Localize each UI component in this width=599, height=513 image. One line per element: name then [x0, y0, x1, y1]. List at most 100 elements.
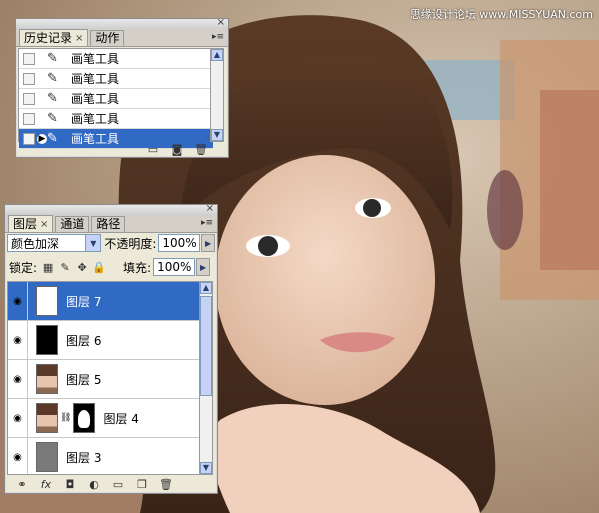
history-item-label: 画笔工具	[71, 92, 120, 106]
visibility-toggle[interactable]: ◉	[8, 438, 28, 474]
eye-icon: ◉	[13, 334, 22, 346]
history-source-checkbox[interactable]	[23, 52, 35, 65]
layers-titlebar[interactable]: ×	[5, 204, 217, 215]
blend-mode-select[interactable]: 颜色加深 ▼	[7, 234, 102, 252]
lock-position-move-icon[interactable]: ✥	[76, 261, 88, 274]
layers-footer: ⚭ fx ◘ ◐ ▭ ❐ 🗑	[5, 476, 217, 492]
layer-row[interactable]: ◉ 图层 5	[8, 360, 202, 399]
history-source-checkbox[interactable]	[23, 92, 35, 105]
eye-icon: ◉	[13, 451, 22, 463]
layer-list: ◉ 图层 7 ◉ 图层 6 ◉ 图层 5 ◉ ⛓ 图层 4 ◉ 图层 3	[7, 281, 203, 475]
opacity-slider-arrow-icon[interactable]: ▶	[201, 234, 215, 252]
chevron-down-icon[interactable]: ▼	[85, 235, 101, 251]
tab-layers[interactable]: 图层 ×	[8, 215, 54, 232]
tab-actions[interactable]: 动作	[90, 30, 125, 46]
lock-pixels-brush-icon[interactable]: ✎	[59, 261, 71, 274]
layer-thumbnail	[36, 364, 58, 394]
history-item[interactable]: ✎ 画笔工具	[19, 49, 213, 69]
visibility-toggle[interactable]: ◉	[8, 360, 28, 398]
scroll-thumb[interactable]	[200, 296, 212, 396]
layer-thumbnail	[36, 442, 58, 472]
blend-mode-value: 颜色加深	[11, 236, 60, 251]
history-item-label: 画笔工具	[71, 52, 120, 66]
layer-name: 图层 5	[66, 372, 102, 387]
history-item-label: 画笔工具	[71, 112, 120, 126]
visibility-toggle[interactable]: ◉	[8, 321, 28, 359]
new-layer-icon[interactable]: ❐	[135, 478, 149, 491]
layers-tabs: 图层 × 通道 路径 ▸≡	[5, 215, 217, 233]
visibility-toggle[interactable]: ◉	[8, 399, 28, 437]
scroll-up-icon[interactable]: ▲	[211, 49, 223, 61]
scroll-up-icon[interactable]: ▲	[200, 282, 212, 294]
tab-history-label: 历史记录	[24, 30, 73, 45]
lock-transparent-icon[interactable]: ▦	[42, 261, 54, 274]
eye-icon: ◉	[13, 412, 22, 424]
layer-mask-thumbnail[interactable]	[73, 403, 96, 433]
layer-name: 图层 6	[66, 333, 102, 348]
lock-label: 锁定:	[9, 260, 38, 275]
visibility-toggle[interactable]: ◉	[8, 282, 28, 320]
chain-link-icon[interactable]: ⛓	[60, 413, 71, 423]
tab-paths[interactable]: 路径	[91, 216, 126, 232]
folder-icon[interactable]: ▭	[111, 478, 125, 491]
tab-layers-label: 图层	[13, 216, 38, 231]
layers-scrollbar[interactable]: ▲ ▼	[199, 281, 213, 475]
fill-slider-arrow-icon[interactable]: ▶	[196, 258, 211, 276]
trash-icon[interactable]: 🗑	[194, 143, 208, 156]
watermark-text: 思缘设计论坛 www.MISSYUAN.com	[409, 8, 593, 21]
adjustment-icon[interactable]: ◐	[87, 478, 101, 491]
history-tabs: 历史记录 × 动作 ▸≡	[16, 29, 228, 47]
mask-icon[interactable]: ◘	[63, 478, 77, 491]
link-icon[interactable]: ⚭	[15, 478, 29, 491]
layer-row[interactable]: ◉ 图层 6	[8, 321, 202, 360]
history-titlebar[interactable]: ×	[16, 18, 228, 29]
close-icon[interactable]: ×	[206, 204, 214, 214]
history-list: ✎ 画笔工具 ✎ 画笔工具 ✎ 画笔工具 ✎ 画笔工具 ▶ ✎ 画笔工具	[18, 48, 214, 149]
layer-name: 图层 3	[66, 450, 102, 465]
brush-icon: ✎	[47, 91, 58, 106]
brush-icon: ✎	[47, 51, 58, 66]
lock-all-icon[interactable]: 🔒	[92, 261, 106, 274]
trash-icon[interactable]: 🗑	[159, 478, 173, 491]
fill-label: 填充:	[123, 260, 152, 275]
history-panel: × 历史记录 × 动作 ▸≡ ✎ 画笔工具 ✎ 画笔工具 ✎ 画笔工具 ✎ 画笔…	[15, 18, 229, 158]
history-source-checkbox[interactable]	[23, 72, 35, 85]
layer-name: 图层 4	[103, 411, 139, 426]
eye-icon: ◉	[13, 295, 22, 307]
eye-icon: ◉	[13, 373, 22, 385]
opacity-label: 不透明度:	[104, 236, 157, 251]
layer-thumbnail	[36, 403, 58, 433]
camera-icon[interactable]: ◙	[170, 143, 184, 156]
blend-opacity-row: 颜色加深 ▼ 不透明度: 100% ▶	[7, 233, 215, 253]
close-icon[interactable]: ×	[75, 31, 83, 46]
history-source-checkbox[interactable]	[23, 112, 35, 125]
layer-row[interactable]: ◉ ⛓ 图层 4	[8, 399, 202, 438]
history-item[interactable]: ✎ 画笔工具	[19, 109, 213, 129]
history-footer: ▭ ◙ 🗑	[16, 141, 228, 157]
opacity-input[interactable]: 100%	[158, 234, 201, 252]
history-item[interactable]: ✎ 画笔工具	[19, 69, 213, 89]
panel-menu-icon[interactable]: ▸≡	[212, 32, 224, 42]
tab-channels[interactable]: 通道	[55, 216, 90, 232]
close-icon[interactable]: ×	[217, 18, 225, 28]
panel-menu-icon[interactable]: ▸≡	[201, 218, 213, 228]
tab-history[interactable]: 历史记录 ×	[19, 29, 89, 46]
new-document-icon[interactable]: ▭	[146, 143, 160, 156]
tab-channels-label: 通道	[60, 217, 85, 231]
layer-thumbnail	[36, 325, 58, 355]
lock-fill-row: 锁定: ▦ ✎ ✥ 🔒 填充: 100% ▶	[7, 257, 215, 277]
close-icon[interactable]: ×	[40, 217, 48, 232]
scroll-down-icon[interactable]: ▼	[200, 462, 212, 474]
fx-icon[interactable]: fx	[39, 478, 53, 491]
history-item[interactable]: ✎ 画笔工具	[19, 89, 213, 109]
scroll-down-icon[interactable]: ▼	[211, 129, 223, 141]
layers-panel: × 图层 × 通道 路径 ▸≡ 颜色加深 ▼ 不透明度: 100% ▶ 锁定: …	[4, 204, 218, 494]
brush-icon: ✎	[47, 111, 58, 126]
tab-paths-label: 路径	[96, 217, 121, 231]
fill-input[interactable]: 100%	[153, 258, 196, 276]
history-scrollbar[interactable]: ▲ ▼	[210, 48, 224, 142]
layer-thumbnail	[36, 286, 58, 316]
layer-row[interactable]: ◉ 图层 3	[8, 438, 202, 474]
layer-name: 图层 7	[66, 294, 102, 309]
layer-row-selected[interactable]: ◉ 图层 7	[8, 282, 202, 321]
